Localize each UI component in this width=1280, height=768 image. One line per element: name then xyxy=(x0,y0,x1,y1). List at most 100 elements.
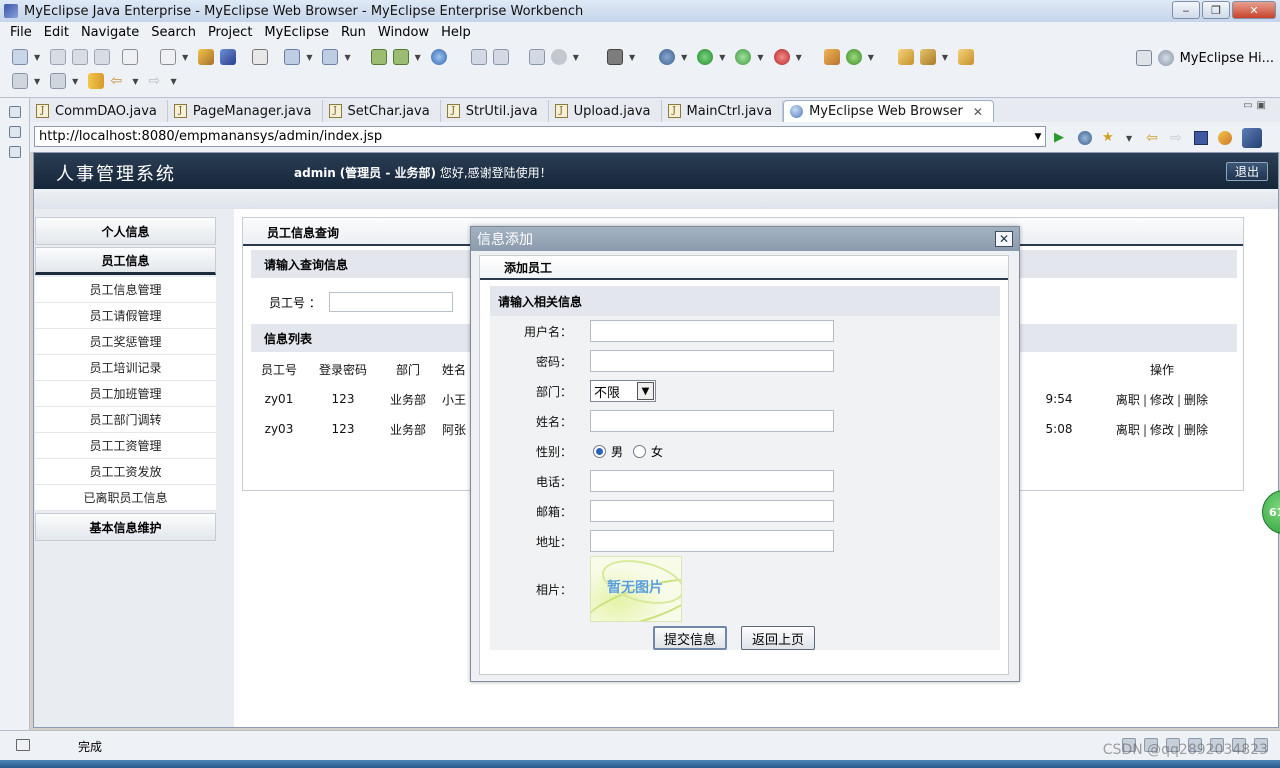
chevron-down-icon[interactable]: ▼ xyxy=(182,53,188,62)
tab-pagemanager[interactable]: J PageManager.java xyxy=(168,100,323,122)
chevron-down-icon[interactable]: ▼ xyxy=(719,53,725,62)
stop-icon[interactable] xyxy=(773,49,790,65)
chevron-down-icon[interactable]: ▼ xyxy=(573,53,579,62)
sidebar-item-reward-management[interactable]: 员工奖惩管理 xyxy=(35,329,216,355)
camera-icon[interactable] xyxy=(606,49,623,65)
menu-navigate[interactable]: Navigate xyxy=(75,25,145,40)
forward-arrow-icon[interactable]: ⇨ xyxy=(148,73,164,89)
globe-icon[interactable] xyxy=(430,49,447,65)
chevron-down-icon[interactable]: ▼ xyxy=(796,53,802,62)
maximize-button[interactable]: ❐ xyxy=(1202,1,1230,19)
resign-link[interactable]: 离职 xyxy=(1116,423,1140,437)
console-icon[interactable] xyxy=(122,49,139,65)
chevron-down-icon[interactable]: ▼ xyxy=(868,53,874,62)
close-window-button[interactable]: ✕ xyxy=(1232,1,1276,19)
deploy2-icon[interactable] xyxy=(392,49,409,65)
chevron-down-icon[interactable]: ▼ xyxy=(170,77,176,86)
refresh-icon[interactable] xyxy=(1218,131,1233,145)
menu-window[interactable]: Window xyxy=(372,25,435,40)
deploy-icon[interactable] xyxy=(370,49,387,65)
chevron-down-icon[interactable]: ▼ xyxy=(415,53,421,62)
phone-input[interactable] xyxy=(590,470,834,492)
wizard-icon[interactable] xyxy=(284,49,301,65)
chevron-down-icon[interactable]: ▼ xyxy=(629,53,635,62)
menu-run[interactable]: Run xyxy=(335,25,372,40)
perspective-label[interactable]: MyEclipse Hi... xyxy=(1180,51,1274,66)
chevron-down-icon[interactable]: ▼ xyxy=(344,53,350,62)
menu-search[interactable]: Search xyxy=(145,25,202,40)
open-folder-icon[interactable] xyxy=(958,49,975,65)
stop-icon[interactable] xyxy=(1194,131,1209,145)
chevron-down-icon[interactable]: ▼ xyxy=(681,53,687,62)
delete-link[interactable]: 删除 xyxy=(1184,393,1208,407)
save-icon[interactable] xyxy=(50,49,67,65)
chevron-down-icon[interactable]: ▼ xyxy=(34,53,40,62)
url-dropdown-icon[interactable]: ▼ xyxy=(1030,126,1046,147)
photo-placeholder-image[interactable]: 暂无图片 xyxy=(590,556,682,622)
run-icon[interactable] xyxy=(697,49,714,65)
department-select[interactable]: 不限 ▼ xyxy=(590,380,656,402)
chevron-down-icon[interactable]: ▼ xyxy=(72,77,78,86)
gender-female-radio[interactable] xyxy=(633,444,647,458)
forward-icon[interactable]: ⇨ xyxy=(1170,131,1184,145)
tab-setchar[interactable]: J SetChar.java xyxy=(323,100,441,122)
restore-icon[interactable] xyxy=(8,106,21,118)
back-arrow-icon[interactable]: ⇦ xyxy=(110,73,126,89)
debug-icon[interactable] xyxy=(1078,131,1092,145)
server-icon[interactable] xyxy=(160,49,177,65)
name-input[interactable] xyxy=(590,410,834,432)
password-input[interactable] xyxy=(590,350,834,372)
chevron-down-icon[interactable]: ▼ xyxy=(942,53,948,62)
menu-project[interactable]: Project xyxy=(202,25,258,40)
chevron-down-icon[interactable]: ▼ xyxy=(34,77,40,86)
tab-strutil[interactable]: J StrUtil.java xyxy=(441,100,549,122)
db-icon[interactable] xyxy=(252,49,269,65)
pen-icon[interactable] xyxy=(919,49,936,65)
back-icon[interactable]: ⇦ xyxy=(1146,131,1160,145)
sidebar-section-basic-maintenance[interactable]: 基本信息维护 xyxy=(35,513,216,541)
open-perspective-icon[interactable] xyxy=(1135,50,1152,66)
menu-help[interactable]: Help xyxy=(435,25,477,40)
new-file-icon[interactable] xyxy=(12,49,28,65)
address-input[interactable] xyxy=(590,530,834,552)
gender-male-radio[interactable] xyxy=(593,444,606,458)
view-controls[interactable]: ▭▣ xyxy=(1243,100,1270,111)
sidebar-item-training-records[interactable]: 员工培训记录 xyxy=(35,355,216,381)
next-annotation-icon[interactable] xyxy=(12,73,28,89)
run-server-icon[interactable] xyxy=(735,49,752,65)
package-icon[interactable] xyxy=(198,49,215,65)
sidebar-section-employee-info[interactable]: 员工信息 xyxy=(35,247,216,275)
submit-button[interactable]: 提交信息 xyxy=(653,626,727,650)
chevron-down-icon[interactable]: ▼ xyxy=(637,382,654,400)
last-edit-icon[interactable] xyxy=(88,73,105,89)
sidebar-item-salary-payment[interactable]: 员工工资发放 xyxy=(35,459,216,485)
tab-commdao[interactable]: J CommDAO.java xyxy=(30,100,168,122)
refresh-icon[interactable] xyxy=(845,49,862,65)
chevron-down-icon[interactable]: ▼ xyxy=(757,53,763,62)
email-input[interactable] xyxy=(590,500,834,522)
url-input[interactable]: http://localhost:8080/empmanansys/admin/… xyxy=(34,126,1046,147)
dialog-close-button[interactable]: ✕ xyxy=(995,231,1013,247)
sidebar-item-resigned-employees[interactable]: 已离职员工信息 xyxy=(35,485,216,511)
logout-button[interactable]: 退出 xyxy=(1226,162,1268,181)
sidebar-item-overtime-management[interactable]: 员工加班管理 xyxy=(35,381,216,407)
debug-icon[interactable] xyxy=(659,49,676,65)
print-icon[interactable] xyxy=(94,49,111,65)
favorites-icon[interactable]: ★ xyxy=(1102,131,1116,145)
sidebar-item-leave-management[interactable]: 员工请假管理 xyxy=(35,303,216,329)
edit-link[interactable]: 修改 xyxy=(1150,393,1174,407)
class-icon[interactable] xyxy=(823,49,840,65)
resign-link[interactable]: 离职 xyxy=(1116,393,1140,407)
chevron-down-icon[interactable]: ▼ xyxy=(132,77,138,86)
close-tab-icon[interactable]: ✕ xyxy=(973,105,983,119)
employee-id-search-input[interactable] xyxy=(328,292,453,312)
minimize-button[interactable]: ‒ xyxy=(1172,1,1200,19)
menu-myeclipse[interactable]: MyEclipse xyxy=(258,25,335,40)
jar-icon[interactable] xyxy=(220,49,237,65)
task-icon[interactable] xyxy=(528,49,545,65)
back-button[interactable]: 返回上页 xyxy=(741,626,815,650)
tab-web-browser[interactable]: MyEclipse Web Browser ✕ xyxy=(783,100,994,122)
chevron-down-icon[interactable]: ▼ xyxy=(306,53,312,62)
go-icon[interactable]: ▶ xyxy=(1054,131,1068,145)
open-resource-icon[interactable] xyxy=(492,49,509,65)
